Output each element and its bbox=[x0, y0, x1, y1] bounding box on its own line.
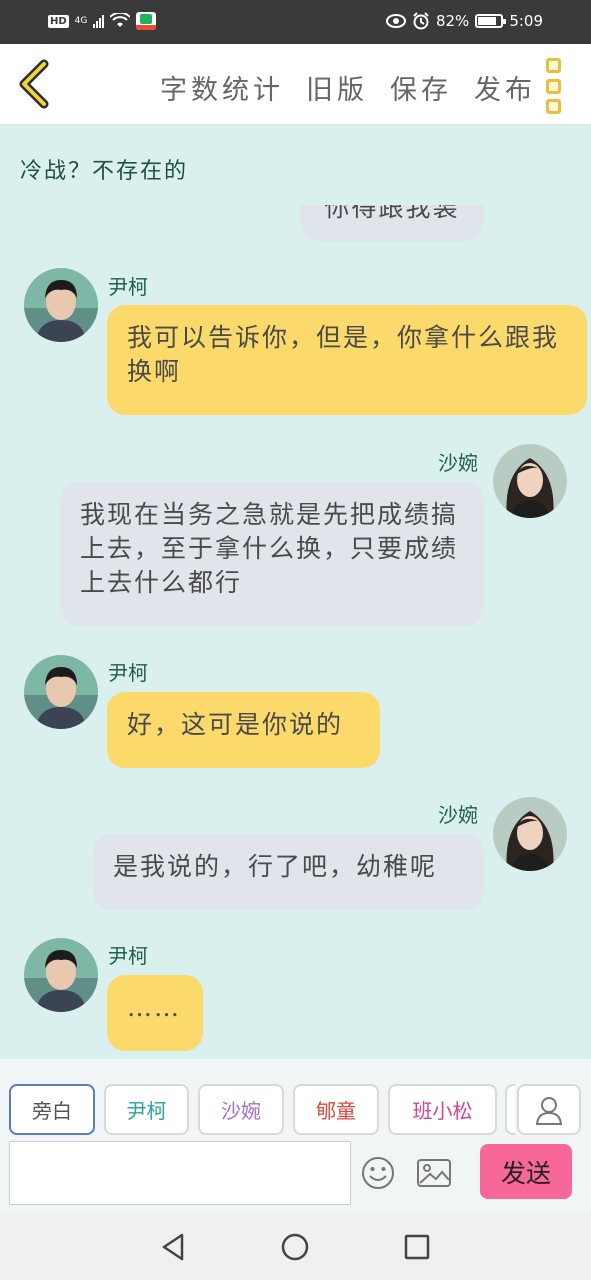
composer: 旁白 尹柯 沙婉 郇童 班小松 发送 bbox=[0, 1059, 591, 1213]
word-count-button[interactable]: 字数统计 bbox=[160, 68, 284, 107]
old-version-button[interactable]: 旧版 bbox=[306, 68, 368, 107]
send-button[interactable]: 发送 bbox=[480, 1144, 572, 1199]
speaker-name: 沙婉 bbox=[438, 803, 478, 827]
speaker-name: 尹柯 bbox=[108, 275, 148, 299]
battery-icon bbox=[475, 14, 507, 28]
chat-title: 冷战？不存在的 bbox=[20, 159, 189, 184]
message-input-box bbox=[9, 1141, 351, 1205]
back-chevron-icon[interactable] bbox=[14, 58, 58, 110]
menu-dots-icon[interactable] bbox=[543, 58, 563, 114]
message-bubble[interactable]: 好，这可是你说的 bbox=[107, 692, 380, 768]
avatar-yinke[interactable] bbox=[24, 655, 98, 729]
speaker-name: 尹柯 bbox=[108, 661, 148, 685]
character-chip-shawan[interactable]: 沙婉 bbox=[198, 1084, 284, 1135]
status-right: 82% 5:09 bbox=[385, 12, 543, 30]
avatar-yinke[interactable] bbox=[24, 938, 98, 1012]
character-chip-banxiaosong[interactable]: 班小松 bbox=[388, 1084, 497, 1135]
publish-button[interactable]: 发布 bbox=[474, 68, 536, 107]
message-bubble[interactable]: 我可以告诉你，但是，你拿什么跟我换啊 bbox=[107, 305, 587, 415]
avatar-yinke[interactable] bbox=[24, 268, 98, 342]
eye-icon bbox=[385, 14, 406, 28]
character-chip-xuntong[interactable]: 郇童 bbox=[293, 1084, 379, 1135]
message-bubble[interactable]: 我现在当务之急就是先把成绩搞上去，至于拿什么换，只要成绩上去什么都行 bbox=[60, 482, 484, 626]
hd-badge: HD bbox=[48, 14, 69, 28]
status-bar: HD 4G 82% 5:09 bbox=[0, 0, 591, 44]
clock: 5:09 bbox=[509, 12, 543, 30]
nav-home-icon[interactable] bbox=[279, 1231, 311, 1263]
character-chip-partial[interactable] bbox=[505, 1084, 515, 1135]
system-nav-bar bbox=[0, 1213, 591, 1280]
battery-level bbox=[478, 17, 497, 25]
character-chip-narrator[interactable]: 旁白 bbox=[9, 1084, 95, 1135]
message-bubble[interactable]: …… bbox=[107, 975, 203, 1051]
add-character-icon bbox=[535, 1096, 563, 1125]
signal-icon bbox=[93, 14, 105, 28]
nav-back-icon[interactable] bbox=[158, 1231, 190, 1263]
speaker-name: 尹柯 bbox=[108, 944, 148, 968]
avatar-shawan[interactable] bbox=[493, 797, 567, 871]
emoji-icon[interactable] bbox=[360, 1155, 396, 1191]
app-notification-icon bbox=[136, 12, 157, 30]
image-icon[interactable] bbox=[416, 1155, 452, 1191]
message-bubble[interactable]: 是我说的，行了吧，幼稚呢 bbox=[93, 834, 484, 910]
add-character-button[interactable] bbox=[517, 1084, 581, 1135]
speaker-name: 沙婉 bbox=[438, 451, 478, 475]
character-chip-yinke[interactable]: 尹柯 bbox=[104, 1084, 189, 1135]
status-left: HD 4G bbox=[48, 12, 157, 30]
top-toolbar: 字数统计 旧版 保存 发布 bbox=[0, 44, 591, 125]
network-type: 4G bbox=[74, 15, 88, 26]
save-button[interactable]: 保存 bbox=[390, 68, 452, 107]
message-input[interactable] bbox=[10, 1142, 350, 1204]
battery-percent: 82% bbox=[435, 12, 470, 30]
wifi-icon bbox=[110, 13, 131, 27]
chat-area[interactable]: 你得跟我装 冷战？不存在的 尹柯 我可以告诉你，但是，你拿什么跟我换啊 沙婉 我… bbox=[0, 125, 591, 1059]
avatar-shawan[interactable] bbox=[493, 444, 567, 518]
toolbar-actions: 字数统计 旧版 保存 发布 bbox=[160, 68, 536, 107]
alarm-icon bbox=[413, 12, 429, 30]
nav-recents-icon[interactable] bbox=[401, 1231, 433, 1263]
